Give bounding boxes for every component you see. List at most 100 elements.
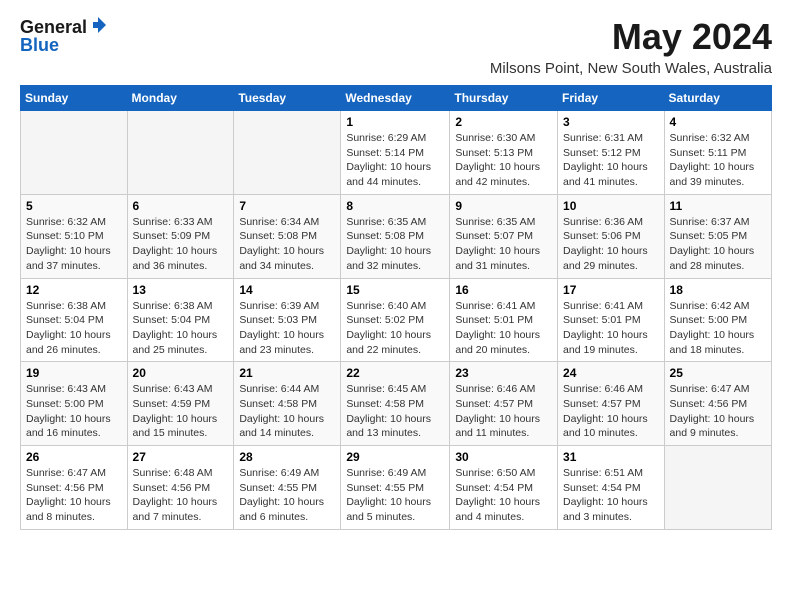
day-info: Sunrise: 6:32 AM Sunset: 5:10 PM Dayligh… (26, 215, 122, 274)
day-number: 1 (346, 115, 444, 129)
weekday-saturday: Saturday (664, 86, 771, 111)
day-info: Sunrise: 6:46 AM Sunset: 4:57 PM Dayligh… (563, 382, 659, 441)
day-info: Sunrise: 6:33 AM Sunset: 5:09 PM Dayligh… (133, 215, 229, 274)
day-info: Sunrise: 6:42 AM Sunset: 5:00 PM Dayligh… (670, 299, 766, 358)
day-number: 6 (133, 199, 229, 213)
weekday-tuesday: Tuesday (234, 86, 341, 111)
calendar-cell: 24 Sunrise: 6:46 AM Sunset: 4:57 PM Dayli… (558, 362, 665, 446)
day-number: 20 (133, 366, 229, 380)
calendar-cell: 29 Sunrise: 6:49 AM Sunset: 4:55 PM Dayli… (341, 446, 450, 530)
day-info: Sunrise: 6:50 AM Sunset: 4:54 PM Dayligh… (455, 466, 552, 525)
logo-icon (89, 16, 107, 39)
calendar-cell: 15 Sunrise: 6:40 AM Sunset: 5:02 PM Dayli… (341, 278, 450, 362)
calendar-cell: 11 Sunrise: 6:37 AM Sunset: 5:05 PM Dayli… (664, 194, 771, 278)
day-number: 8 (346, 199, 444, 213)
weekday-sunday: Sunday (21, 86, 128, 111)
day-number: 24 (563, 366, 659, 380)
calendar-cell (21, 111, 128, 195)
day-info: Sunrise: 6:36 AM Sunset: 5:06 PM Dayligh… (563, 215, 659, 274)
calendar-cell: 14Sunrise: 6:39 AM Sunset: 5:03 PM Dayli… (234, 278, 341, 362)
calendar-cell: 12 Sunrise: 6:38 AM Sunset: 5:04 PM Dayli… (21, 278, 128, 362)
calendar-cell: 26 Sunrise: 6:47 AM Sunset: 4:56 PM Dayli… (21, 446, 128, 530)
calendar-cell: 31Sunrise: 6:51 AM Sunset: 4:54 PM Dayli… (558, 446, 665, 530)
weekday-friday: Friday (558, 86, 665, 111)
day-info: Sunrise: 6:35 AM Sunset: 5:07 PM Dayligh… (455, 215, 552, 274)
day-info: Sunrise: 6:38 AM Sunset: 5:04 PM Dayligh… (26, 299, 122, 358)
day-number: 11 (670, 199, 766, 213)
day-number: 2 (455, 115, 552, 129)
day-number: 15 (346, 283, 444, 297)
weekday-header-row: SundayMondayTuesdayWednesdayThursdayFrid… (21, 86, 772, 111)
day-info: Sunrise: 6:47 AM Sunset: 4:56 PM Dayligh… (26, 466, 122, 525)
calendar-cell: 10 Sunrise: 6:36 AM Sunset: 5:06 PM Dayli… (558, 194, 665, 278)
day-number: 18 (670, 283, 766, 297)
day-info: Sunrise: 6:49 AM Sunset: 4:55 PM Dayligh… (346, 466, 444, 525)
day-info: Sunrise: 6:30 AM Sunset: 5:13 PM Dayligh… (455, 131, 552, 190)
calendar-cell: 20 Sunrise: 6:43 AM Sunset: 4:59 PM Dayli… (127, 362, 234, 446)
calendar-cell: 22Sunrise: 6:45 AM Sunset: 4:58 PM Dayli… (341, 362, 450, 446)
day-info: Sunrise: 6:45 AM Sunset: 4:58 PM Dayligh… (346, 382, 444, 441)
calendar-cell: 3Sunrise: 6:31 AM Sunset: 5:12 PM Daylig… (558, 111, 665, 195)
calendar-cell: 23 Sunrise: 6:46 AM Sunset: 4:57 PM Dayli… (450, 362, 558, 446)
day-number: 12 (26, 283, 122, 297)
calendar-cell: 5 Sunrise: 6:32 AM Sunset: 5:10 PM Daylig… (21, 194, 128, 278)
weekday-thursday: Thursday (450, 86, 558, 111)
day-info: Sunrise: 6:40 AM Sunset: 5:02 PM Dayligh… (346, 299, 444, 358)
day-number: 9 (455, 199, 552, 213)
month-title: May 2024 (490, 16, 772, 58)
calendar-week-5: 26 Sunrise: 6:47 AM Sunset: 4:56 PM Dayli… (21, 446, 772, 530)
day-info: Sunrise: 6:29 AM Sunset: 5:14 PM Dayligh… (346, 131, 444, 190)
calendar-cell: 2 Sunrise: 6:30 AM Sunset: 5:13 PM Daylig… (450, 111, 558, 195)
calendar-cell: 21Sunrise: 6:44 AM Sunset: 4:58 PM Dayli… (234, 362, 341, 446)
day-number: 19 (26, 366, 122, 380)
day-info: Sunrise: 6:41 AM Sunset: 5:01 PM Dayligh… (563, 299, 659, 358)
calendar-cell (127, 111, 234, 195)
day-number: 28 (239, 450, 335, 464)
day-number: 4 (670, 115, 766, 129)
calendar-week-1: 1 Sunrise: 6:29 AM Sunset: 5:14 PM Daylig… (21, 111, 772, 195)
page-header: General Blue May 2024 Milsons Point, New… (20, 16, 772, 77)
calendar: SundayMondayTuesdayWednesdayThursdayFrid… (20, 85, 772, 530)
day-info: Sunrise: 6:37 AM Sunset: 5:05 PM Dayligh… (670, 215, 766, 274)
day-info: Sunrise: 6:39 AM Sunset: 5:03 PM Dayligh… (239, 299, 335, 358)
day-number: 16 (455, 283, 552, 297)
calendar-week-3: 12 Sunrise: 6:38 AM Sunset: 5:04 PM Dayli… (21, 278, 772, 362)
day-info: Sunrise: 6:46 AM Sunset: 4:57 PM Dayligh… (455, 382, 552, 441)
day-number: 23 (455, 366, 552, 380)
day-info: Sunrise: 6:43 AM Sunset: 4:59 PM Dayligh… (133, 382, 229, 441)
weekday-wednesday: Wednesday (341, 86, 450, 111)
calendar-cell: 19Sunrise: 6:43 AM Sunset: 5:00 PM Dayli… (21, 362, 128, 446)
calendar-cell (664, 446, 771, 530)
day-number: 17 (563, 283, 659, 297)
day-info: Sunrise: 6:38 AM Sunset: 5:04 PM Dayligh… (133, 299, 229, 358)
day-number: 13 (133, 283, 229, 297)
logo: General Blue (20, 16, 107, 56)
day-number: 3 (563, 115, 659, 129)
day-info: Sunrise: 6:51 AM Sunset: 4:54 PM Dayligh… (563, 466, 659, 525)
calendar-cell: 28 Sunrise: 6:49 AM Sunset: 4:55 PM Dayli… (234, 446, 341, 530)
day-number: 7 (239, 199, 335, 213)
calendar-cell: 25 Sunrise: 6:47 AM Sunset: 4:56 PM Dayli… (664, 362, 771, 446)
calendar-cell: 1 Sunrise: 6:29 AM Sunset: 5:14 PM Daylig… (341, 111, 450, 195)
day-number: 29 (346, 450, 444, 464)
calendar-cell: 16 Sunrise: 6:41 AM Sunset: 5:01 PM Dayli… (450, 278, 558, 362)
weekday-monday: Monday (127, 86, 234, 111)
calendar-cell (234, 111, 341, 195)
day-info: Sunrise: 6:49 AM Sunset: 4:55 PM Dayligh… (239, 466, 335, 525)
day-number: 10 (563, 199, 659, 213)
calendar-cell: 30 Sunrise: 6:50 AM Sunset: 4:54 PM Dayli… (450, 446, 558, 530)
title-section: May 2024 Milsons Point, New South Wales,… (490, 16, 772, 77)
day-number: 5 (26, 199, 122, 213)
logo-blue: Blue (20, 35, 59, 56)
day-info: Sunrise: 6:35 AM Sunset: 5:08 PM Dayligh… (346, 215, 444, 274)
day-number: 25 (670, 366, 766, 380)
day-info: Sunrise: 6:41 AM Sunset: 5:01 PM Dayligh… (455, 299, 552, 358)
day-info: Sunrise: 6:47 AM Sunset: 4:56 PM Dayligh… (670, 382, 766, 441)
calendar-week-4: 19Sunrise: 6:43 AM Sunset: 5:00 PM Dayli… (21, 362, 772, 446)
day-number: 26 (26, 450, 122, 464)
day-info: Sunrise: 6:34 AM Sunset: 5:08 PM Dayligh… (239, 215, 335, 274)
day-number: 30 (455, 450, 552, 464)
calendar-cell: 18 Sunrise: 6:42 AM Sunset: 5:00 PM Dayli… (664, 278, 771, 362)
calendar-cell: 17 Sunrise: 6:41 AM Sunset: 5:01 PM Dayli… (558, 278, 665, 362)
day-number: 21 (239, 366, 335, 380)
